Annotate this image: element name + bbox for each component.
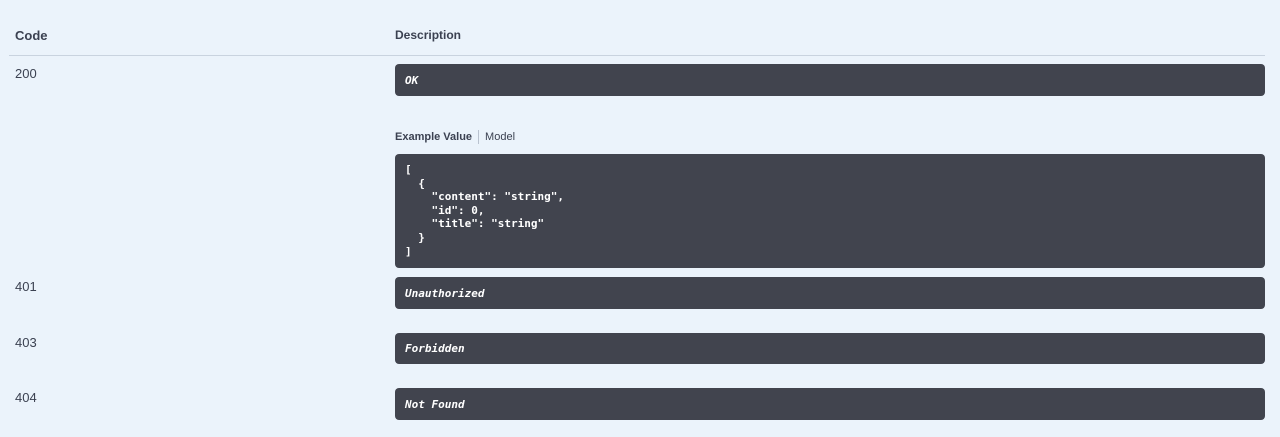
example-value-code: [ { "content": "string", "id": 0, "title…	[395, 154, 1265, 268]
header-divider	[9, 55, 1265, 56]
response-description-404: Not Found	[395, 388, 1265, 420]
tab-model[interactable]: Model	[485, 131, 515, 143]
code-column-header: Code	[15, 28, 48, 43]
response-description-401: Unauthorized	[395, 277, 1265, 309]
response-code-401: 401	[15, 279, 37, 294]
response-description-403: Forbidden	[395, 333, 1265, 364]
tab-example-value[interactable]: Example Value	[395, 131, 472, 143]
response-code-404: 404	[15, 390, 37, 405]
tab-separator	[478, 130, 480, 144]
example-tabs: Example Value Model	[395, 130, 515, 144]
response-code-200: 200	[15, 66, 37, 81]
description-column-header: Description	[395, 28, 462, 42]
response-code-403: 403	[15, 335, 37, 350]
response-description-200: OK	[395, 64, 1265, 96]
